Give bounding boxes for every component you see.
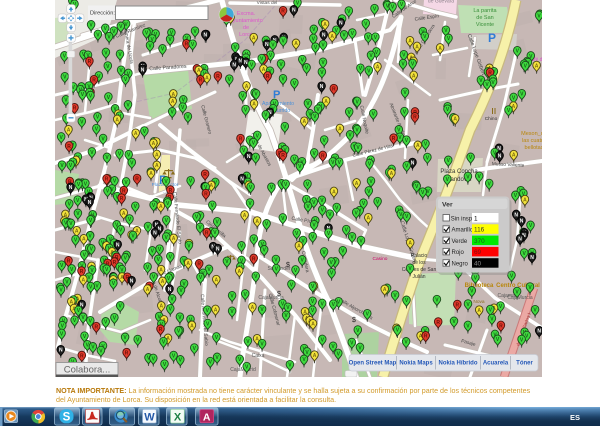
svg-text:Open Street Map: Open Street Map [349,361,397,367]
svg-text:de Guevara: de Guevara [428,0,454,5]
svg-text:las cuatro: las cuatro [522,138,542,144]
svg-text:Negro: Negro [452,262,469,268]
svg-text:69: 69 [474,249,482,256]
svg-text:X: X [174,411,182,423]
svg-text:Nova: Nova [473,299,485,305]
svg-text:de los: de los [412,260,426,266]
svg-text:$: $ [286,262,290,269]
svg-text:A: A [203,411,211,423]
svg-text:Acuarela: Acuarela [483,361,509,367]
svg-text:1: 1 [474,215,478,222]
svg-text:S: S [63,412,71,424]
svg-text:bellotas: bellotas [525,145,542,151]
svg-text:$: $ [352,317,356,324]
svg-text:Caixa: Caixa [252,353,265,359]
svg-text:Calle Espín: Calle Espín [414,13,439,22]
svg-text:Nokia Híbrido: Nokia Híbrido [438,361,477,367]
svg-text:ES: ES [570,413,580,422]
svg-text:Excma.: Excma. [237,11,256,17]
svg-text:Vistas del: Vistas del [257,0,278,6]
svg-text:Nokia Maps: Nokia Maps [399,361,433,367]
svg-text:Vicente: Vicente [476,22,494,28]
svg-text:Julián: Julián [412,274,425,280]
svg-text:Verde: Verde [452,239,468,245]
svg-text:Tóner: Tóner [516,361,533,367]
svg-text:Palacio: Palacio [411,253,428,259]
svg-text:Meson_de: Meson_de [521,131,542,137]
svg-text:Casino: Casino [373,256,388,262]
svg-text:Sin insp.: Sin insp. [451,216,474,222]
svg-text:$: $ [277,291,281,298]
svg-text:Rojo: Rojo [452,250,465,256]
svg-text:Calle Granero: Calle Granero [199,105,213,136]
svg-text:Plaza Concha: Plaza Concha [440,169,478,175]
svg-text:Colabora...: Colabora... [64,365,110,376]
svg-text:W: W [144,411,155,423]
svg-text:Dirección:: Dirección: [90,11,115,17]
svg-text:Chino: Chino [485,116,498,122]
svg-text:40: 40 [474,261,482,268]
svg-text:Ver: Ver [442,202,453,209]
svg-text:P: P [488,31,496,45]
svg-text:de San: de San [476,15,493,21]
svg-text:Pasaje: Pasaje [460,338,476,348]
svg-text:de: de [243,25,249,31]
svg-text:Amarillo: Amarillo [452,228,474,234]
svg-text:370: 370 [474,238,485,245]
svg-text:La parrita: La parrita [473,8,497,14]
svg-text:116: 116 [474,227,485,234]
